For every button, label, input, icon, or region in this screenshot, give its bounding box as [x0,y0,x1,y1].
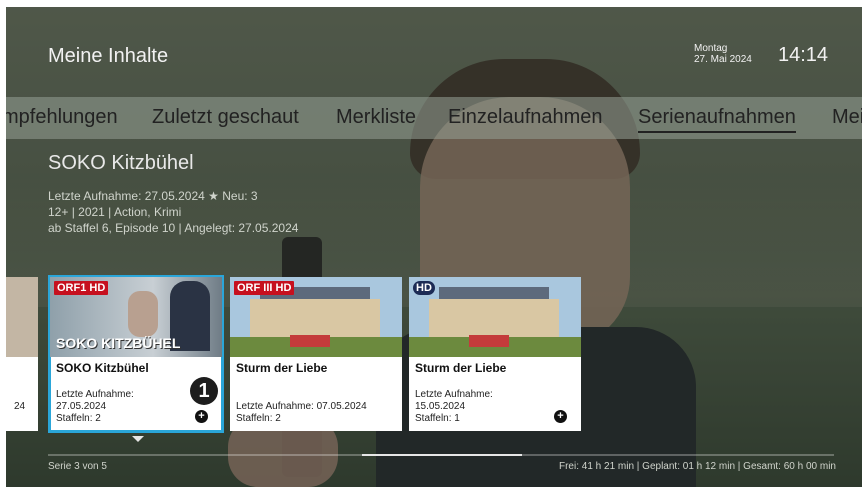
tv-screen: Meine Inhalte Montag 27. Mai 2024 14:14 … [6,7,862,487]
person-left [128,291,158,337]
tab-merkliste[interactable]: Merkliste [336,106,416,129]
card-sturm-der-liebe-1[interactable]: ORF III HD Sturm der Liebe Letzte Aufnah… [230,277,402,431]
card-title: Sturm der Liebe [236,361,328,375]
clock: 14:14 [778,44,829,66]
flowers [469,335,509,347]
card-line1: Letzte Aufnahme: [56,389,134,400]
card-image-title: SOKO KITZBÜHEL [56,335,181,351]
plus-icon[interactable]: + [195,410,208,423]
tab-bar: mpfehlungen Zuletzt geschaut Merkliste E… [6,97,862,139]
tab-meine[interactable]: Mei [832,106,862,129]
scrollbar-thumb[interactable] [362,454,522,456]
series-counter: Serie 3 von 5 [48,461,107,472]
show-meta-line1: Letzte Aufnahme: 27.05.2024 ★ Neu: 3 [48,189,258,203]
channel-hd-logo: HD [413,281,435,295]
tab-serienaufnahmen[interactable]: Serienaufnahmen [638,106,796,133]
show-meta-line2: 12+ | 2021 | Action, Krimi [48,205,182,219]
storage-info: Frei: 41 h 21 min | Geplant: 01 h 12 min… [558,461,836,472]
card-line3: Staffeln: 2 [56,413,101,424]
tab-einzelaufnahmen[interactable]: Einzelaufnahmen [448,106,603,129]
new-count: Neu: 3 [222,189,258,203]
card-title: SOKO Kitzbühel [56,361,149,375]
card-line1: Letzte Aufnahme: 07.05.2024 [236,401,367,412]
card-sturm-der-liebe-2[interactable]: HD Sturm der Liebe Letzte Aufnahme: 15.0… [409,277,581,431]
date-display: Montag 27. Mai 2024 [694,43,752,65]
orf3-logo: ORF III HD [234,281,295,295]
tab-zuletzt-geschaut[interactable]: Zuletzt geschaut [152,106,299,129]
orf1-logo: ORF1 HD [54,281,109,295]
chevron-down-icon [132,436,144,442]
annotation-badge: 1 [190,377,218,405]
last-recording: Letzte Aufnahme: 27.05.2024 [48,189,205,203]
page-title: Meine Inhalte [48,45,169,67]
card-title: Sturm der Liebe [415,361,507,375]
card-thumbnail [6,277,38,357]
card-line2: 15.05.2024 [415,401,466,412]
card-line: 24 [14,401,26,412]
card-soko-kitzbuehel[interactable]: SOKO KITZBÜHEL ORF1 HD SOKO Kitzbühel Le… [48,275,224,433]
tab-empfehlungen[interactable]: mpfehlungen [6,106,118,129]
card-line3: Staffeln: 1 [415,413,460,424]
date-label: 27. Mai 2024 [694,54,752,65]
star-icon: ★ [208,189,219,203]
plus-icon[interactable]: + [554,410,567,423]
horizontal-scrollbar[interactable] [48,454,834,456]
card-line2: Staffeln: 2 [236,413,281,424]
day-label: Montag [694,43,728,54]
card-line1: Letzte Aufnahme: [415,389,493,400]
selected-show-title: SOKO Kitzbühel [48,152,194,174]
card-partial-left[interactable]: 24 [6,277,38,431]
card-line2: 27.05.2024 [56,401,107,412]
flowers [290,335,330,347]
show-meta-line3: ab Staffel 6, Episode 10 | Angelegt: 27.… [48,221,299,235]
